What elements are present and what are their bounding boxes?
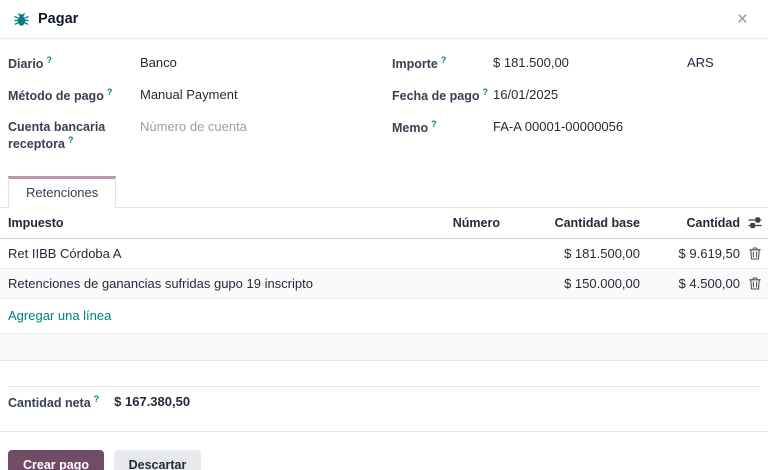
- help-icon: ?: [441, 55, 447, 65]
- help-icon: ?: [94, 394, 100, 404]
- cell-cantidad[interactable]: $ 4.500,00: [640, 276, 740, 291]
- fecha-pago-input[interactable]: 16/01/2025: [493, 85, 558, 102]
- currency-field[interactable]: ARS: [687, 53, 714, 70]
- cuenta-bancaria-input[interactable]: Número de cuenta: [140, 117, 247, 134]
- metodo-pago-input[interactable]: Manual Payment: [140, 85, 238, 102]
- delete-row-icon[interactable]: [746, 277, 764, 290]
- field-importe: Importe? $ 181.500,00 ARS: [392, 53, 758, 73]
- fecha-pago-label: Fecha de pago?: [392, 85, 493, 104]
- net-amount-label: Cantidad neta?: [8, 394, 99, 410]
- col-header-numero[interactable]: Número: [360, 216, 500, 230]
- importe-label: Importe?: [392, 53, 493, 72]
- field-metodo-pago: Método de pago? Manual Payment: [8, 85, 374, 105]
- col-header-impuesto[interactable]: Impuesto: [8, 216, 360, 230]
- optional-columns-icon[interactable]: [746, 216, 764, 229]
- discard-button[interactable]: Descartar: [114, 450, 202, 470]
- dialog-header: Pagar ×: [0, 0, 768, 39]
- net-amount-value: $ 167.380,50: [114, 394, 190, 409]
- add-line-link[interactable]: Agregar una línea: [8, 308, 111, 323]
- notebook-tabs: Retenciones: [0, 175, 768, 208]
- table-header-row: Impuesto Número Cantidad base Cantidad: [0, 208, 768, 239]
- net-amount-row: Cantidad neta? $ 167.380,50: [0, 387, 768, 416]
- table-row[interactable]: Ret IIBB Córdoba A $ 181.500,00 $ 9.619,…: [0, 239, 768, 269]
- cell-impuesto[interactable]: Retenciones de ganancias sufridas gupo 1…: [8, 276, 360, 291]
- help-icon: ?: [483, 87, 489, 97]
- close-icon[interactable]: ×: [731, 8, 754, 31]
- cuenta-bancaria-label: Cuenta bancaria receptora?: [8, 117, 140, 153]
- table-footer-band: [0, 334, 768, 361]
- col-header-cantidad[interactable]: Cantidad: [640, 216, 740, 230]
- help-icon: ?: [107, 87, 113, 97]
- dialog-title: Pagar: [38, 11, 78, 27]
- bug-icon: [14, 12, 29, 27]
- memo-label: Memo?: [392, 117, 493, 136]
- tab-retenciones[interactable]: Retenciones: [8, 176, 116, 208]
- field-fecha-pago: Fecha de pago? 16/01/2025: [392, 85, 758, 105]
- help-icon: ?: [46, 55, 52, 65]
- payment-form: Diario? Banco Método de pago? Manual Pay…: [0, 39, 768, 169]
- importe-input[interactable]: $ 181.500,00: [493, 53, 629, 70]
- field-diario: Diario? Banco: [8, 53, 374, 73]
- dialog-footer: Crear pago Descartar: [0, 431, 768, 470]
- cell-impuesto[interactable]: Ret IIBB Córdoba A: [8, 246, 360, 261]
- table-row[interactable]: Retenciones de ganancias sufridas gupo 1…: [0, 269, 768, 299]
- col-header-cantidad-base[interactable]: Cantidad base: [500, 216, 640, 230]
- diario-label: Diario?: [8, 53, 140, 72]
- cell-cantidad[interactable]: $ 9.619,50: [640, 246, 740, 261]
- cell-cantidad-base[interactable]: $ 150.000,00: [500, 276, 640, 291]
- field-memo: Memo? FA-A 00001-00000056: [392, 117, 758, 137]
- create-payment-button[interactable]: Crear pago: [8, 450, 104, 470]
- help-icon: ?: [68, 135, 74, 145]
- delete-row-icon[interactable]: [746, 247, 764, 260]
- cell-cantidad-base[interactable]: $ 181.500,00: [500, 246, 640, 261]
- help-icon: ?: [431, 119, 437, 129]
- retenciones-table: Impuesto Número Cantidad base Cantidad R…: [0, 208, 768, 361]
- field-cuenta-bancaria: Cuenta bancaria receptora? Número de cue…: [8, 117, 374, 153]
- metodo-pago-label: Método de pago?: [8, 85, 140, 104]
- add-line-row: Agregar una línea: [0, 299, 768, 334]
- diario-input[interactable]: Banco: [140, 53, 177, 70]
- memo-input[interactable]: FA-A 00001-00000056: [493, 117, 623, 134]
